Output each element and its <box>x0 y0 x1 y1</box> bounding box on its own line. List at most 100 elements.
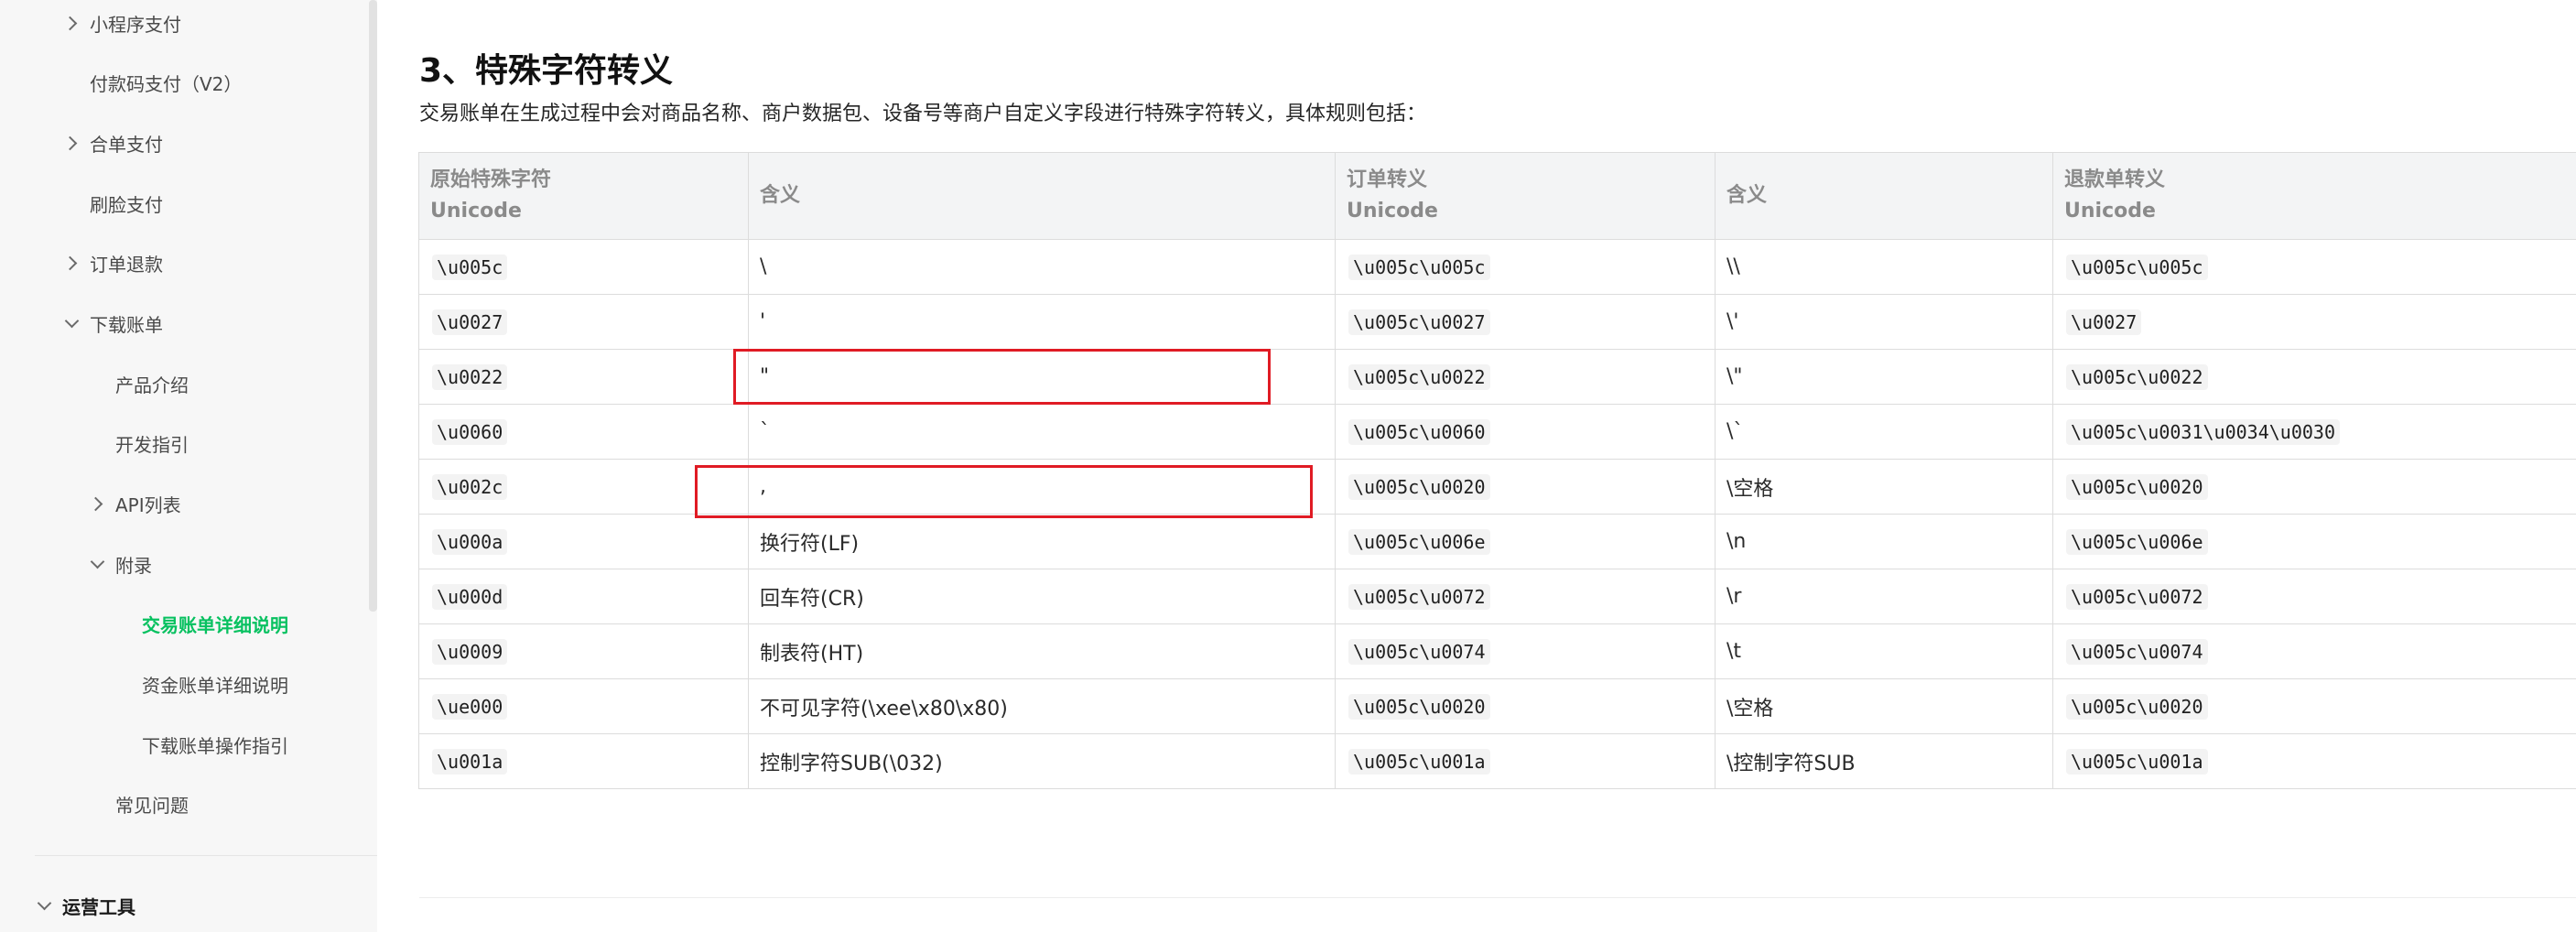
chevron-right-icon <box>62 135 78 151</box>
table-cell: \u005c\u0022 <box>2052 349 2576 405</box>
code-chip: \u005c\u0060 <box>1348 418 1490 445</box>
table-row: \u005c \ \u005c\u005c \\ \u005c\u005c <box>418 239 2576 295</box>
table-header-row: 原始特殊字符 Unicode 含义 订单转义 Unicode 含义 退款单转义 Uni… <box>418 152 2576 240</box>
table-cell: 换行符(LF) <box>748 514 1336 569</box>
escape-table: 原始特殊字符 Unicode 含义 订单转义 Unicode 含义 退款单转义 Uni… <box>418 152 2576 789</box>
chevron-right-icon <box>62 255 78 271</box>
code-chip: \u005c\u0020 <box>2066 473 2208 500</box>
code-chip: \u005c\u005c <box>1348 254 1490 280</box>
code-chip: \u005c\u0020 <box>1348 473 1490 500</box>
table-cell: \u005c\u0074 <box>2052 623 2576 679</box>
table-cell: \u005c\u0020 <box>2052 678 2576 734</box>
content-bottom-divider <box>419 897 2576 898</box>
table-cell: \u005c\u0060 <box>1335 404 1716 460</box>
code-chip: \u005c\u0020 <box>1348 693 1490 720</box>
table-cell: \u0009 <box>418 623 749 679</box>
table-cell: \u005c\u001a <box>2052 733 2576 789</box>
table-cell: \u005c\u0020 <box>2052 459 2576 515</box>
sidebar: 小程序支付 付款码支付（V2） 合单支付 刷脸支付 订单退款 下载账单 产品介绍… <box>0 0 377 932</box>
table-cell: \u005c\u006e <box>1335 514 1716 569</box>
table-cell: \u005c\u005c <box>1335 239 1716 295</box>
header-refund-escape: 退款单转义 Unicode <box>2052 152 2576 240</box>
table-cell: \u005c\u0027 <box>1335 294 1716 350</box>
table-cell: \" <box>1715 349 2053 405</box>
code-chip: \u005c\u006e <box>2066 528 2208 555</box>
table-cell: \ue000 <box>418 678 749 734</box>
code-chip: \u005c\u001a <box>1348 748 1490 775</box>
header-order-escape: 订单转义 Unicode <box>1335 152 1716 240</box>
table-cell: 不可见字符(\xee\x80\x80) <box>748 678 1336 734</box>
table-cell: " <box>748 349 1336 405</box>
table-cell: 回车符(CR) <box>748 569 1336 624</box>
table-cell: \u002c <box>418 459 749 515</box>
table-cell: \u005c <box>418 239 749 295</box>
table-cell: \u0027 <box>2052 294 2576 350</box>
table-row: \ue000 不可见字符(\xee\x80\x80) \u005c\u0020 \空格… <box>418 678 2576 734</box>
table-cell: \u005c\u0031\u0034\u0030 <box>2052 404 2576 460</box>
table-cell: \` <box>1715 404 2053 460</box>
table-cell: ` <box>748 404 1336 460</box>
code-chip: \u005c\u001a <box>2066 748 2208 775</box>
table-row: \u0060 ` \u005c\u0060 \` \u005c\u0031\u0034\… <box>418 404 2576 460</box>
table-cell: \u005c\u0074 <box>1335 623 1716 679</box>
table-cell: \\ <box>1715 239 2053 295</box>
code-chip: \u000a <box>432 528 508 555</box>
code-chip: \u005c\u0020 <box>2066 693 2208 720</box>
chevron-down-icon <box>37 895 52 911</box>
main-content: 3、特殊字符转义 交易账单在生成过程中会对商品名称、商户数据包、设备号等商户自定… <box>377 0 2576 932</box>
header-meaning: 含义 <box>748 152 1336 240</box>
table-row: \u0022 " \u005c\u0022 \" \u005c\u0022 <box>418 349 2576 405</box>
chevron-down-icon <box>64 313 80 329</box>
table-row: \u001a 控制字符SUB(\032) \u005c\u001a \控制字符SUB \… <box>418 733 2576 789</box>
code-chip: \u005c\u0022 <box>1348 363 1490 390</box>
table-cell: \u005c\u001a <box>1335 733 1716 789</box>
code-chip: \u005c\u006e <box>1348 528 1490 555</box>
table-row: \u000a 换行符(LF) \u005c\u006e \n \u005c\u006e <box>418 514 2576 569</box>
table-cell: 制表符(HT) <box>748 623 1336 679</box>
intro-text: 交易账单在生成过程中会对商品名称、商户数据包、设备号等商户自定义字段进行特殊字符… <box>419 103 1427 125</box>
table-cell: \' <box>1715 294 2053 350</box>
page-title: 3、特殊字符转义 <box>419 52 674 90</box>
code-chip: \u005c\u0072 <box>2066 583 2208 610</box>
table-cell: \u000d <box>418 569 749 624</box>
table-cell: 控制字符SUB(\032) <box>748 733 1336 789</box>
sidebar-scrollbar[interactable] <box>369 0 377 612</box>
code-chip: \u0027 <box>432 309 508 335</box>
table-cell: \u005c\u005c <box>2052 239 2576 295</box>
code-chip: \u0022 <box>432 363 508 390</box>
table-cell: \u005c\u0072 <box>2052 569 2576 624</box>
code-chip: \u005c\u0027 <box>1348 309 1490 335</box>
code-chip: \u000d <box>432 583 508 610</box>
table-row: \u0027 ' \u005c\u0027 \' \u0027 <box>418 294 2576 350</box>
table-row: \u0009 制表符(HT) \u005c\u0074 \t \u005c\u0074 <box>418 623 2576 679</box>
code-chip: \ue000 <box>432 693 508 720</box>
sidebar-divider <box>35 855 377 856</box>
code-chip: \u005c\u0022 <box>2066 363 2208 390</box>
table-cell: \空格 <box>1715 459 2053 515</box>
code-chip: \u005c\u0031\u0034\u0030 <box>2066 418 2340 445</box>
table-cell: \r <box>1715 569 2053 624</box>
header-escape-meaning: 含义 <box>1715 152 2053 240</box>
table-cell: \u005c\u0020 <box>1335 678 1716 734</box>
table-cell: \u005c\u0020 <box>1335 459 1716 515</box>
table-row: \u000d 回车符(CR) \u005c\u0072 \r \u005c\u0072 <box>418 569 2576 624</box>
code-chip: \u001a <box>432 748 508 775</box>
table-row: \u002c, \u005c\u0020 \空格 \u005c\u0020 <box>418 459 2576 515</box>
code-chip: \u005c <box>432 254 508 280</box>
table-cell: \u005c\u0022 <box>1335 349 1716 405</box>
code-chip: \u0060 <box>432 418 508 445</box>
code-chip: \u005c\u0074 <box>1348 638 1490 665</box>
table-cell: \u001a <box>418 733 749 789</box>
table-cell: \u0022 <box>418 349 749 405</box>
chevron-right-icon <box>88 496 103 512</box>
table-cell: \t <box>1715 623 2053 679</box>
table-cell: \控制字符SUB <box>1715 733 2053 789</box>
chevron-right-icon <box>62 16 78 31</box>
table-cell: \u0060 <box>418 404 749 460</box>
escape-table-container[interactable]: 原始特殊字符 Unicode 含义 订单转义 Unicode 含义 退款单转义 Uni… <box>418 152 2576 789</box>
table-cell: \ <box>748 239 1336 295</box>
table-cell: , <box>748 459 1336 515</box>
code-chip: \u002c <box>432 473 508 500</box>
code-chip: \u005c\u005c <box>2066 254 2208 280</box>
table-cell: \n <box>1715 514 2053 569</box>
